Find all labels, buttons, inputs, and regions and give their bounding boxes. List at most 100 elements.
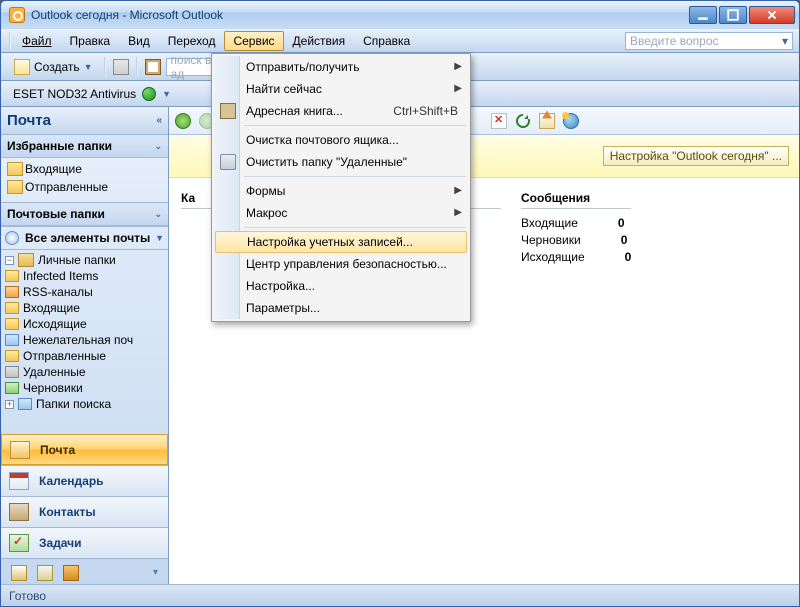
help-question-box[interactable]: Введите вопрос ▾ <box>625 32 793 50</box>
submenu-arrow-icon: ▶ <box>454 185 462 196</box>
navbtn-tasks[interactable]: Задачи <box>1 527 168 558</box>
eset-label: ESET NOD32 Antivirus <box>13 87 136 101</box>
eset-icon[interactable] <box>142 87 156 101</box>
shortcut-text: Ctrl+Shift+B <box>393 104 458 118</box>
toolbar-separator <box>104 57 106 77</box>
notes-icon[interactable] <box>11 565 27 581</box>
address-book-icon <box>145 59 161 75</box>
mailfolders-header[interactable]: Почтовые папки ⌄ <box>1 203 168 226</box>
address-book-button[interactable] <box>142 56 164 78</box>
menu-help[interactable]: Справка <box>354 31 419 51</box>
menu-options[interactable]: Параметры... <box>214 297 468 319</box>
configure-buttons-icon[interactable]: ▾ <box>153 567 158 578</box>
navigation-pane: Почта « Избранные папки ⌄ Входящие Отпра… <box>1 107 169 586</box>
menu-file[interactable]: Файл <box>13 31 61 51</box>
title-bar[interactable]: Outlook сегодня - Microsoft Outlook <box>1 1 799 29</box>
tree-outbox[interactable]: Исходящие <box>3 316 166 332</box>
menu-tools[interactable]: Сервис <box>224 31 283 51</box>
nav-module-buttons: Почта Календарь Контакты Задачи ▾ <box>1 434 168 586</box>
tree-search-folders[interactable]: + Папки поиска <box>3 396 166 412</box>
tree-personal-folders[interactable]: − Личные папки <box>3 252 166 268</box>
trash-icon <box>5 366 19 378</box>
mail-icon <box>10 441 30 459</box>
menu-view[interactable]: Вид <box>119 31 159 51</box>
window-title: Outlook сегодня - Microsoft Outlook <box>31 8 689 22</box>
all-items-icon <box>5 231 19 245</box>
fav-inbox[interactable]: Входящие <box>3 160 166 178</box>
menu-find-now[interactable]: Найти сейчас ▶ <box>214 78 468 100</box>
back-icon[interactable] <box>175 113 191 129</box>
search-web-icon[interactable] <box>563 113 579 129</box>
tree-inbox[interactable]: Входящие <box>3 300 166 316</box>
print-button[interactable] <box>110 56 132 78</box>
navbtn-contacts[interactable]: Контакты <box>1 496 168 527</box>
menu-empty-deleted[interactable]: Очистить папку "Удаленные" <box>214 151 468 173</box>
maximize-button[interactable] <box>719 6 747 24</box>
dropdown-icon[interactable]: ▼ <box>162 89 171 99</box>
tree-drafts[interactable]: Черновики <box>3 380 166 396</box>
help-question-placeholder: Введите вопрос <box>630 34 719 48</box>
stop-icon[interactable] <box>491 113 507 129</box>
tools-dropdown: Отправить/получить ▶ Найти сейчас ▶ Адре… <box>211 53 471 322</box>
menu-account-settings[interactable]: Настройка учетных записей... <box>215 231 467 253</box>
menu-edit[interactable]: Правка <box>61 31 120 51</box>
folder-tree: − Личные папки Infected Items RSS-каналы… <box>1 250 168 414</box>
menu-separator <box>244 227 466 228</box>
home-icon[interactable] <box>539 113 555 129</box>
close-button[interactable] <box>749 6 795 24</box>
outbox-icon <box>5 318 19 330</box>
menu-mailbox-cleanup[interactable]: Очистка почтового ящика... <box>214 129 468 151</box>
folder-icon <box>5 302 19 314</box>
collapse-toggle[interactable]: − <box>5 256 14 265</box>
refresh-icon[interactable] <box>515 113 531 129</box>
menu-bar: Файл Правка Вид Переход Сервис Действия … <box>1 29 799 53</box>
search-folder-icon <box>18 398 32 410</box>
menu-customize[interactable]: Настройка... <box>214 275 468 297</box>
menu-address-book[interactable]: Адресная книга... Ctrl+Shift+B <box>214 100 468 122</box>
menu-actions[interactable]: Действия <box>284 31 355 51</box>
collapse-icon[interactable]: « <box>156 115 162 126</box>
address-book-icon <box>220 103 236 119</box>
nav-mini-bar: ▾ <box>1 558 168 586</box>
minimize-button[interactable] <box>689 6 717 24</box>
favorites-header[interactable]: Избранные папки ⌄ <box>1 135 168 158</box>
submenu-arrow-icon: ▶ <box>454 83 462 94</box>
folder-icon <box>5 270 19 282</box>
tree-rss[interactable]: RSS-каналы <box>3 284 166 300</box>
menu-send-receive[interactable]: Отправить/получить ▶ <box>214 56 468 78</box>
menu-trust-center[interactable]: Центр управления безопасностью... <box>214 253 468 275</box>
menubar-grip[interactable] <box>9 32 11 50</box>
fav-sent[interactable]: Отправленные <box>3 178 166 196</box>
tree-sent[interactable]: Отправленные <box>3 348 166 364</box>
customize-outlook-today-button[interactable]: Настройка "Outlook сегодня" ... <box>603 146 789 166</box>
create-button[interactable]: Создать ▼ <box>7 56 100 78</box>
tree-deleted[interactable]: Удаленные <box>3 364 166 380</box>
shortcuts-icon[interactable] <box>63 565 79 581</box>
menu-separator <box>244 125 466 126</box>
folder-icon <box>7 180 23 194</box>
calendar-icon <box>9 472 29 490</box>
messages-column: Сообщения Входящие0 Черновики0 Исходящие… <box>521 188 631 266</box>
menu-go[interactable]: Переход <box>159 31 225 51</box>
msg-drafts-row[interactable]: Черновики0 <box>521 232 631 249</box>
tree-junk[interactable]: Нежелательная поч <box>3 332 166 348</box>
menu-separator <box>244 176 466 177</box>
menu-forms[interactable]: Формы ▶ <box>214 180 468 202</box>
create-label: Создать <box>34 60 80 74</box>
all-mail-items[interactable]: Все элементы почты ▼ <box>1 226 168 250</box>
msg-outbox-row[interactable]: Исходящие0 <box>521 249 631 266</box>
submenu-arrow-icon: ▶ <box>454 61 462 72</box>
tree-infected[interactable]: Infected Items <box>3 268 166 284</box>
navbtn-mail[interactable]: Почта <box>1 434 168 465</box>
expand-toggle[interactable]: + <box>5 400 14 409</box>
status-text: Готово <box>9 589 46 603</box>
outlook-icon <box>9 7 25 23</box>
msg-inbox-row[interactable]: Входящие0 <box>521 215 631 232</box>
folder-list-icon[interactable] <box>37 565 53 581</box>
menu-macros[interactable]: Макрос ▶ <box>214 202 468 224</box>
nav-mail-header[interactable]: Почта « <box>1 107 168 135</box>
dropdown-icon[interactable]: ▼ <box>155 233 164 243</box>
navbtn-calendar[interactable]: Календарь <box>1 465 168 496</box>
chevron-icon: ⌄ <box>154 141 162 152</box>
chevron-icon: ⌄ <box>154 209 162 220</box>
